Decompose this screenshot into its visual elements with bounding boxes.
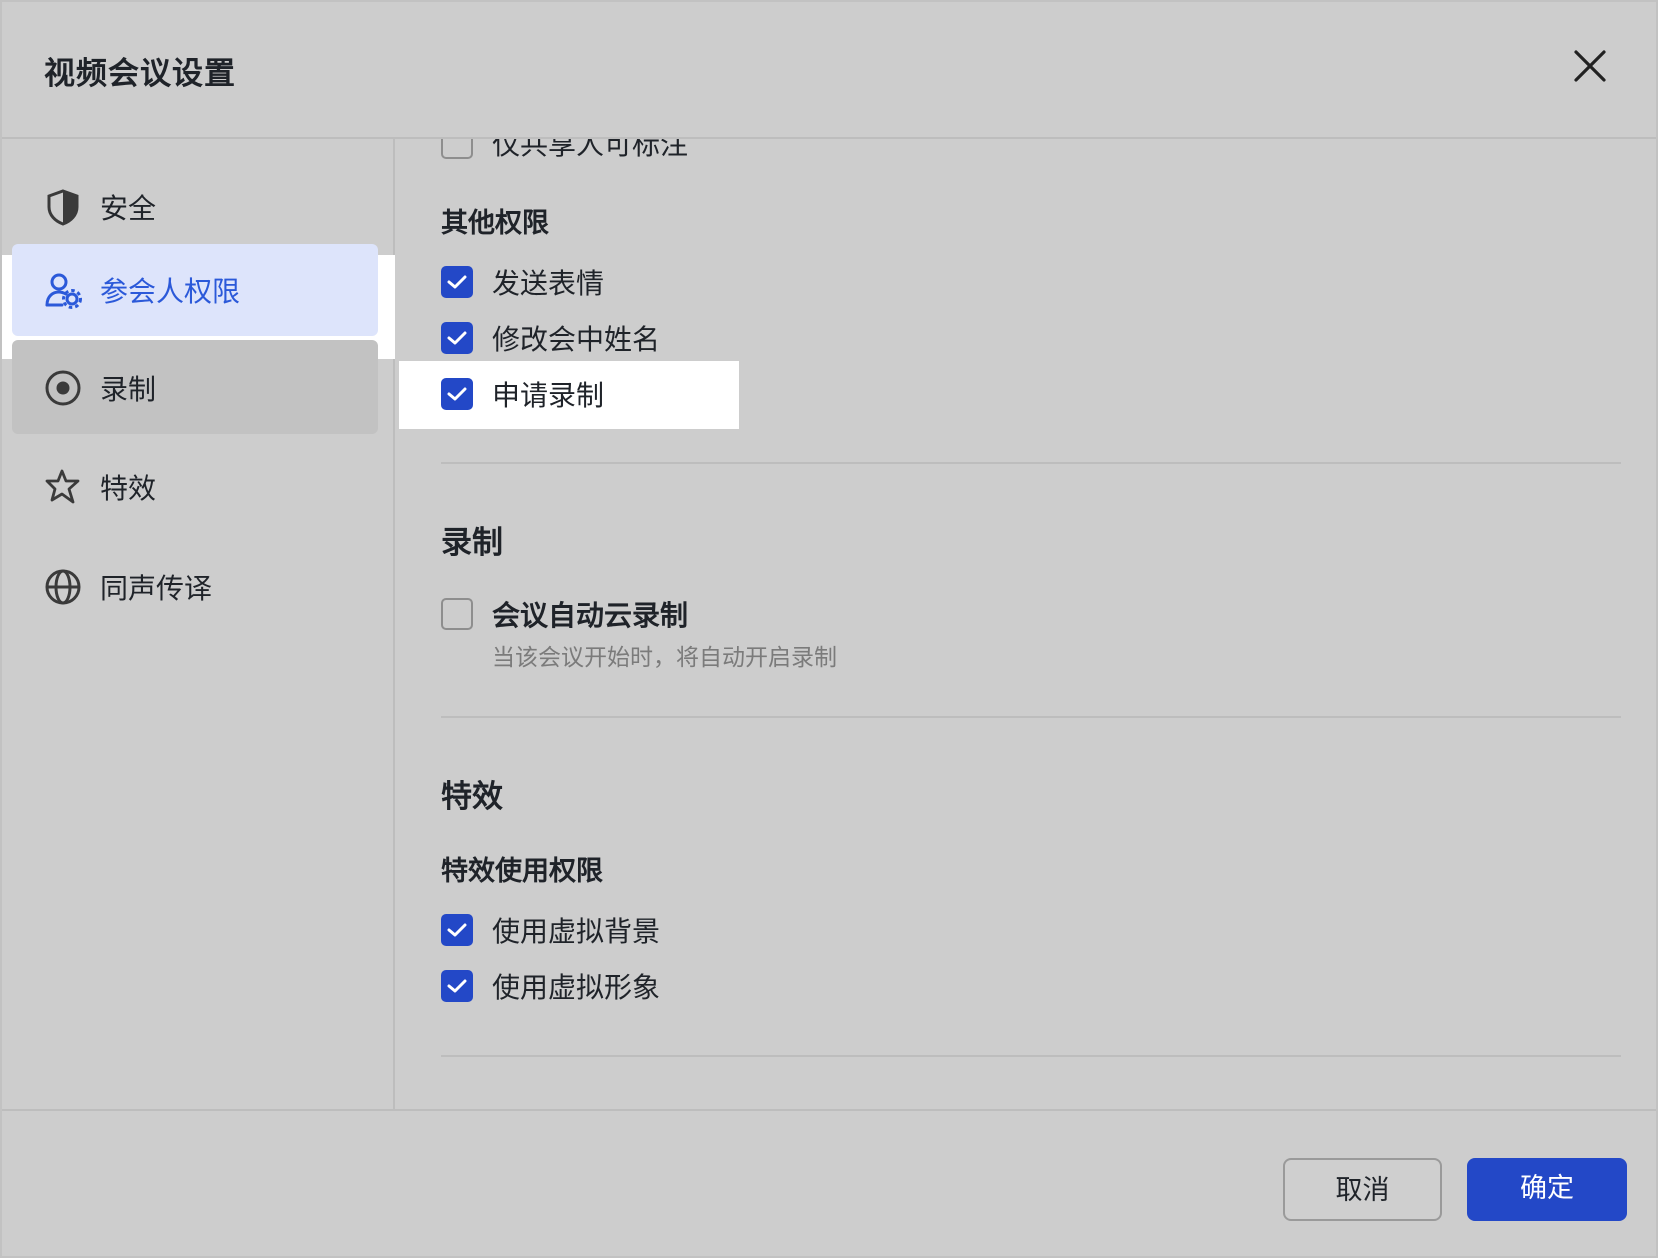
check-icon: [447, 923, 467, 937]
close-icon: [1574, 50, 1606, 82]
check-icon: [447, 387, 467, 401]
section-divider: [441, 462, 1621, 464]
sidebar-item-label: 录制: [100, 373, 157, 406]
close-button[interactable]: [1570, 46, 1610, 86]
dialog-footer: 取消 确定: [2, 1109, 1656, 1256]
dialog-title: 视频会议设置: [44, 56, 236, 92]
user-settings-icon: [45, 273, 82, 309]
virtual-avatar-checkbox[interactable]: [441, 970, 473, 1002]
check-icon: [447, 979, 467, 993]
virtual-background-checkbox[interactable]: [441, 914, 473, 946]
check-icon: [447, 275, 467, 289]
auto-cloud-recording-label: 会议自动云录制: [492, 599, 689, 632]
annotation-option-label: 仅共享人可标注: [492, 139, 689, 161]
settings-dialog: 视频会议设置 安全 参会人权限 录制 特效 同声传译 仅共享人可标注 其他权限 …: [0, 0, 1658, 1258]
sidebar-item-security[interactable]: 安全: [12, 159, 378, 253]
section-divider: [441, 716, 1621, 718]
rename-label: 修改会中姓名: [492, 323, 661, 356]
request-recording-label: 申请录制: [492, 379, 605, 412]
section-divider: [441, 1055, 1621, 1057]
rename-checkbox[interactable]: [441, 322, 473, 354]
shield-icon: [47, 189, 79, 226]
sparkle-star-icon: [45, 469, 80, 504]
auto-cloud-recording-checkbox[interactable]: [441, 598, 473, 630]
settings-content[interactable]: 仅共享人可标注 其他权限 发送表情 修改会中姓名 申请录制 录制 会议自动云录制…: [397, 139, 1656, 1109]
effects-permissions-heading: 特效使用权限: [441, 856, 603, 887]
check-icon: [447, 331, 467, 345]
record-icon: [45, 370, 81, 406]
annotation-checkbox[interactable]: [441, 139, 473, 159]
send-emoji-checkbox[interactable]: [441, 266, 473, 298]
cancel-button[interactable]: 取消: [1283, 1158, 1442, 1221]
sidebar-item-label: 参会人权限: [100, 275, 241, 308]
effects-section-heading: 特效: [441, 779, 503, 815]
sidebar-item-label: 特效: [100, 472, 157, 505]
send-emoji-label: 发送表情: [492, 267, 605, 300]
sidebar-item-label: 安全: [100, 192, 157, 225]
virtual-background-label: 使用虚拟背景: [492, 915, 661, 948]
confirm-button[interactable]: 确定: [1467, 1158, 1627, 1221]
globe-icon: [45, 569, 81, 605]
other-permissions-heading: 其他权限: [441, 208, 549, 239]
sidebar-item-effects[interactable]: 特效: [12, 439, 378, 533]
auto-cloud-recording-description: 当该会议开始时，将自动开启录制: [492, 645, 837, 671]
sidebar-item-participant-permissions[interactable]: 参会人权限: [12, 244, 378, 336]
dialog-header: 视频会议设置: [2, 2, 1656, 139]
sidebar-item-label: 同声传译: [100, 572, 213, 605]
recording-section-heading: 录制: [441, 525, 503, 561]
request-recording-checkbox[interactable]: [441, 378, 473, 410]
sidebar-item-recording[interactable]: 录制: [12, 340, 378, 434]
virtual-avatar-label: 使用虚拟形象: [492, 971, 661, 1004]
sidebar-nav: 安全 参会人权限 录制 特效 同声传译: [2, 139, 395, 1109]
sidebar-item-interpretation[interactable]: 同声传译: [12, 539, 378, 633]
